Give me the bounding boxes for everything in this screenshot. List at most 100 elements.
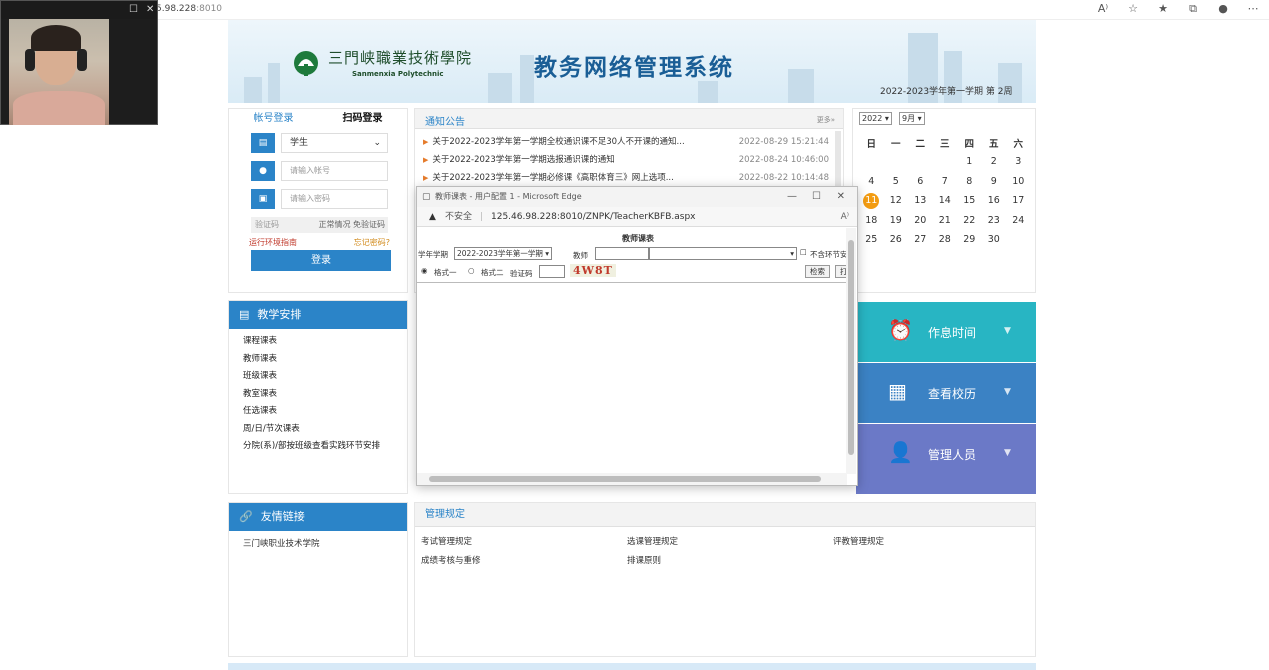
link-item[interactable]: 三门峡职业技术学院 [229, 531, 407, 549]
popup-horizontal-scrollbar[interactable] [417, 473, 847, 485]
weekday-header: 六 [1013, 138, 1023, 150]
calendar-day[interactable]: 14 [933, 191, 958, 211]
notice-more-link[interactable]: 更多» [817, 115, 835, 125]
teaching-link[interactable]: 课程课表 [243, 333, 407, 351]
calendar-day[interactable]: 12 [884, 191, 909, 211]
forgot-password-link[interactable]: 忘记密码? [354, 237, 390, 248]
rule-link[interactable]: 成绩考核与重修 [421, 554, 481, 566]
scroll-thumb[interactable] [848, 240, 854, 455]
teacher-select[interactable]: ▾ [649, 247, 797, 260]
calendar-day[interactable]: 1 [957, 152, 982, 172]
calendar-day[interactable]: 24 [1006, 211, 1031, 231]
restore-icon[interactable]: ☐ [129, 4, 138, 15]
calendar-day[interactable]: 5 [884, 172, 909, 192]
calendar-day[interactable]: 9 [982, 172, 1007, 192]
tab-qr-login[interactable]: 扫码登录 [318, 109, 407, 129]
teaching-link[interactable]: 班级课表 [243, 368, 407, 386]
scroll-thumb[interactable] [429, 476, 821, 482]
collections-icon[interactable]: ⧉ [1185, 2, 1201, 16]
calendar-day[interactable]: 29 [957, 230, 982, 250]
calendar-day[interactable]: 4 [859, 172, 884, 192]
rule-link[interactable]: 考试管理规定 [421, 535, 472, 547]
calendar-day[interactable]: 13 [908, 191, 933, 211]
rule-link[interactable]: 选课管理规定 [627, 535, 678, 547]
calendar-day[interactable]: 7 [933, 172, 958, 192]
notice-item-title[interactable]: 关于2022-2023学年第一学期选报通识课的通知 [432, 155, 614, 165]
notice-item[interactable]: ▶ 关于2022-2023学年第一学期全校通识课不足30人不开课的通知... 202… [423, 134, 829, 150]
calendar-day[interactable]: 17 [1006, 191, 1031, 211]
role-select-row: ▤ 学生 ⌄ [251, 133, 388, 153]
maximize-icon[interactable]: ☐ [812, 187, 821, 207]
notice-item-title[interactable]: 关于2022-2023学年第一学期全校通识课不足30人不开课的通知... [432, 137, 684, 147]
rule-link[interactable]: 评教管理规定 [833, 535, 884, 547]
calendar-day[interactable]: 19 [884, 211, 909, 231]
teaching-link[interactable]: 教师课表 [243, 351, 407, 369]
close-icon[interactable]: ✕ [837, 187, 845, 207]
more-icon[interactable]: ⋯ [1245, 2, 1261, 16]
calendar-day[interactable]: 25 [859, 230, 884, 250]
captcha-row[interactable]: 验证码 正常情况 免验证码 [251, 217, 388, 233]
password-input[interactable]: 请输入密码 [281, 189, 388, 209]
calendar-day[interactable]: 16 [982, 191, 1007, 211]
login-button[interactable]: 登录 [251, 250, 391, 271]
calendar-day[interactable]: 6 [908, 172, 933, 192]
notice-item[interactable]: ▶ 关于2022-2023学年第一学期必修课《高职体育三》网上选项... 2022-… [423, 170, 829, 186]
rule-link[interactable]: 排课原则 [627, 554, 661, 566]
footer-bar [228, 663, 1036, 670]
calendar-day[interactable]: 8 [957, 172, 982, 192]
captcha-input[interactable]: 验证码 [255, 217, 279, 233]
tile-school-calendar[interactable]: ▦ 查看校历 ▼ [856, 363, 1036, 423]
close-icon[interactable]: ✕ [146, 4, 154, 15]
calendar-day[interactable]: 27 [908, 230, 933, 250]
tile-administrators[interactable]: 👤 管理人员 ▼ [856, 424, 1036, 494]
calendar-day-today[interactable]: 11 [859, 191, 884, 211]
calendar-day[interactable]: 21 [933, 211, 958, 231]
teaching-link[interactable]: 教室课表 [243, 386, 407, 404]
year-select[interactable]: 2022 ▾ [859, 112, 892, 125]
tile-schedule-time[interactable]: ⏰ 作息时间 ▼ [856, 302, 1036, 362]
calendar-day[interactable]: 26 [884, 230, 909, 250]
weekday-header: 日 [866, 138, 876, 150]
popup-address-bar[interactable]: ▲ 不安全 | 125.46.98.228:8010/ZNPK/TeacherK… [417, 207, 857, 227]
account-input[interactable]: 请输入帐号 [281, 161, 388, 181]
env-guide-link[interactable]: 运行环境指南 [249, 238, 297, 247]
format1-radio[interactable]: ◉ [421, 266, 428, 275]
search-button[interactable]: 检索 [805, 265, 830, 278]
teaching-link[interactable]: 任选课表 [243, 403, 407, 421]
read-aloud-icon[interactable]: A⁾ [1095, 2, 1111, 16]
address-bar[interactable]: 5.98.228:8010 [156, 4, 222, 14]
notice-item[interactable]: ▶ 关于2022-2023学年第一学期选报通识课的通知 2022-08-24 10:… [423, 152, 829, 168]
format2-radio[interactable]: ○ [468, 266, 475, 275]
calendar-day[interactable]: 22 [957, 211, 982, 231]
calendar-day[interactable]: 18 [859, 211, 884, 231]
term-select[interactable]: 2022-2023学年第一学期 ▾ [454, 247, 553, 260]
tab-account-login[interactable]: 帐号登录 [229, 109, 318, 129]
teaching-link[interactable]: 周/日/节次课表 [243, 421, 407, 439]
calendar-day[interactable]: 3 [1006, 152, 1031, 172]
notice-item-date: 2022-08-24 10:46:00 [738, 155, 829, 165]
calendar-day[interactable]: 28 [933, 230, 958, 250]
popup-url[interactable]: 125.46.98.228:8010/ZNPK/TeacherKBFB.aspx [491, 207, 696, 227]
minimize-icon[interactable]: — [787, 187, 797, 207]
role-select[interactable]: 学生 ⌄ [281, 133, 388, 153]
popup-vertical-scrollbar[interactable] [846, 228, 856, 474]
favorites-icon[interactable]: ★ [1155, 2, 1171, 16]
teaching-link[interactable]: 分院(系)/部按班级查看实践环节安排 [243, 438, 407, 456]
year-value: 2022 [862, 114, 883, 123]
calendar-day[interactable]: 2 [982, 152, 1007, 172]
notice-item-title[interactable]: 关于2022-2023学年第一学期必修课《高职体育三》网上选项... [432, 173, 673, 183]
calendar-day[interactable]: 23 [982, 211, 1007, 231]
profile-icon[interactable]: ● [1215, 2, 1231, 16]
captcha-image[interactable]: 4W8T [570, 264, 616, 277]
calendar-day[interactable]: 20 [908, 211, 933, 231]
calendar-day[interactable]: 30 [982, 230, 1007, 250]
format1-label: 格式一 [434, 268, 457, 277]
month-select[interactable]: 9月 ▾ [899, 112, 925, 125]
captcha-input[interactable] [539, 265, 565, 278]
calendar-day[interactable]: 15 [957, 191, 982, 211]
read-aloud-icon[interactable]: A⁾ [841, 207, 849, 227]
calendar-day[interactable]: 10 [1006, 172, 1031, 192]
teacher-search-input[interactable] [595, 247, 649, 260]
exclude-checkbox[interactable]: ☐ [800, 248, 807, 257]
favorites-add-icon[interactable]: ☆ [1125, 2, 1141, 16]
